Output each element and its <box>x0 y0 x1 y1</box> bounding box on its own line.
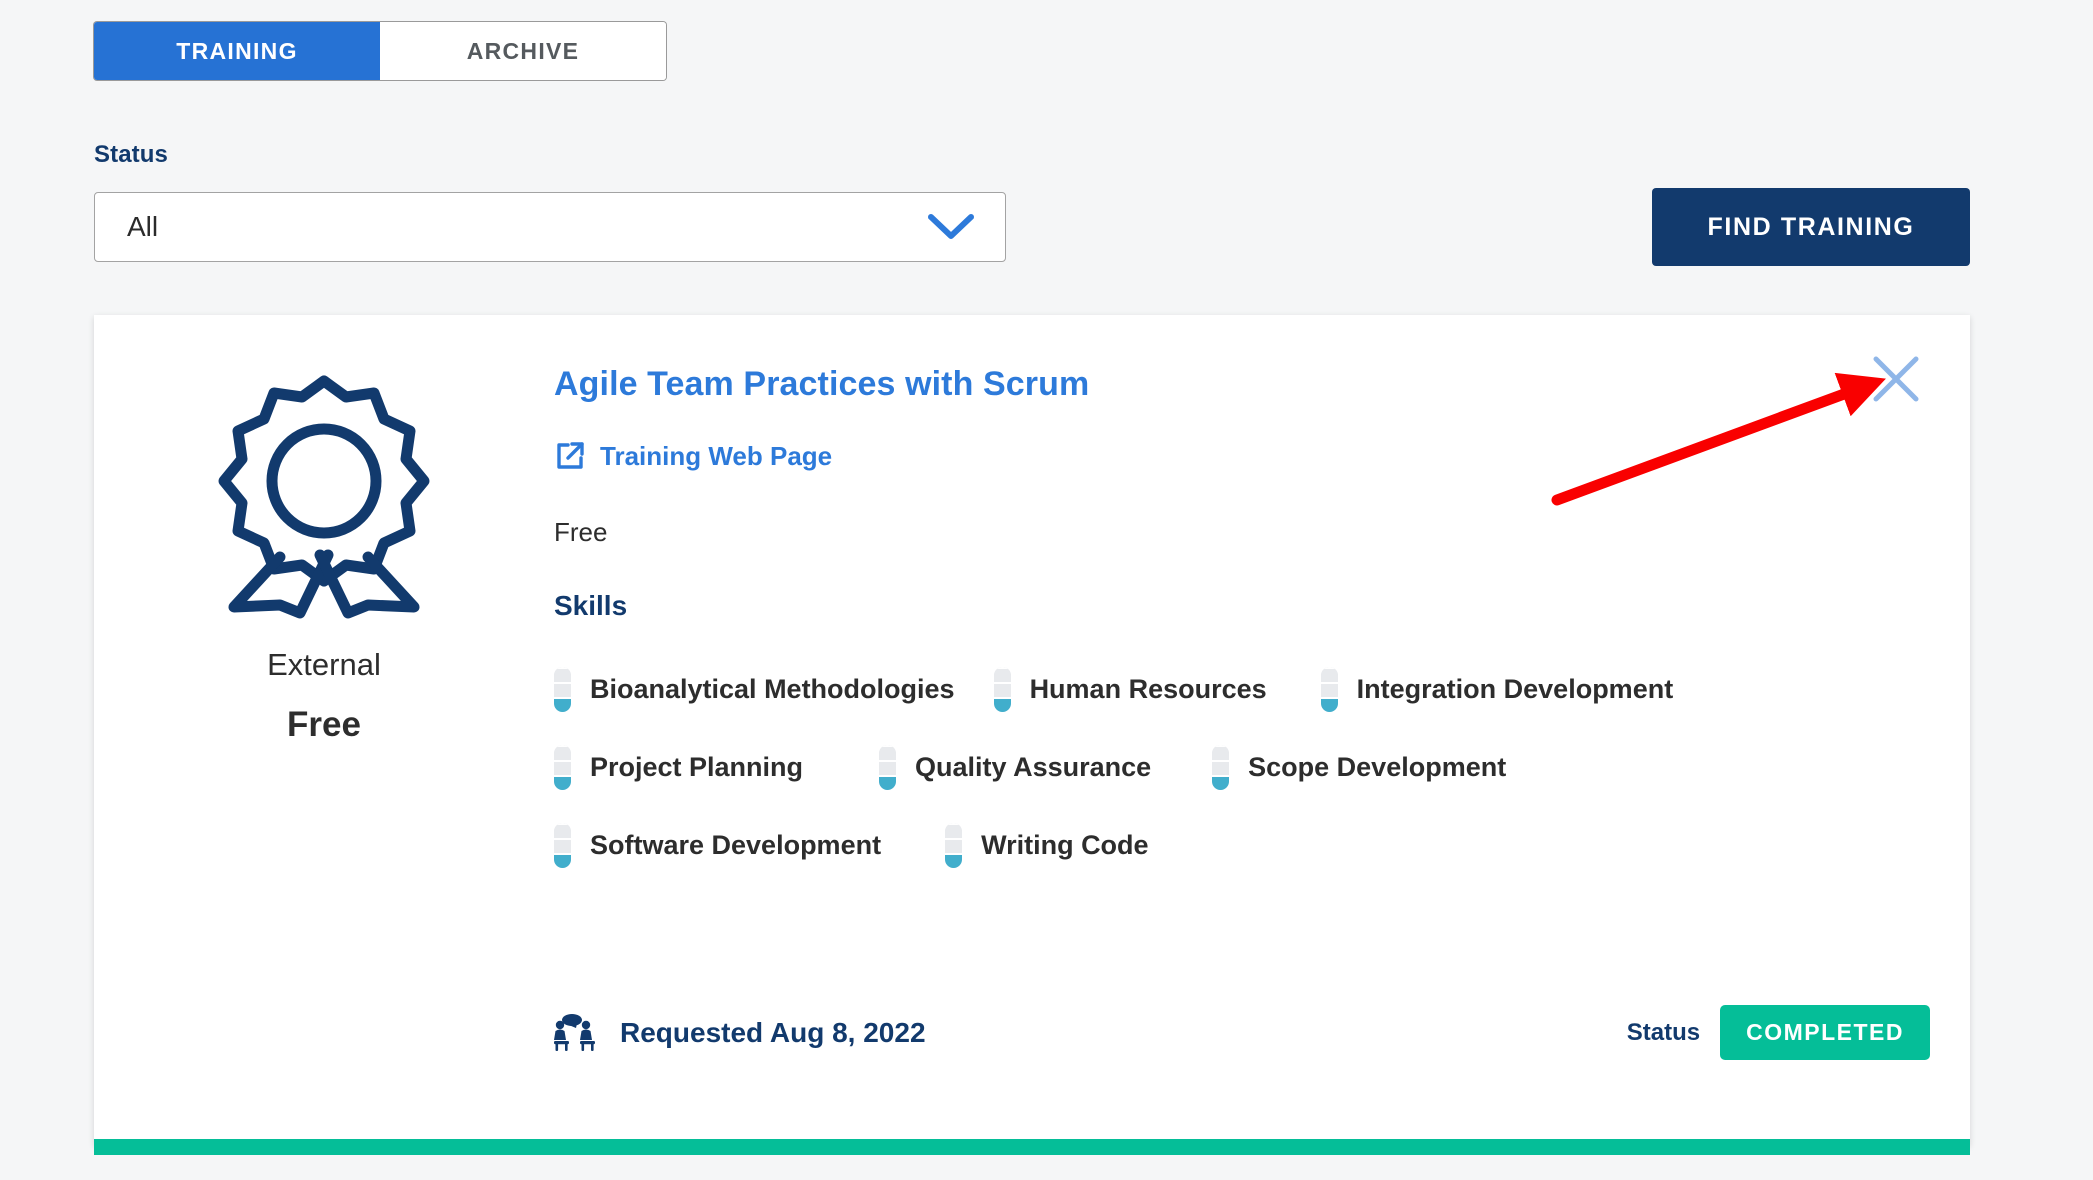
status-filter-label: Status <box>94 141 168 169</box>
external-link-icon <box>554 440 586 472</box>
skill-label: Human Resources <box>1030 674 1267 705</box>
status-filter-value: All <box>127 211 158 243</box>
skill-item: Software Development <box>554 823 881 868</box>
training-details: Agile Team Practices with Scrum Training… <box>554 365 1930 884</box>
skill-label: Writing Code <box>981 830 1148 861</box>
training-type-block: External Free <box>94 371 554 745</box>
skill-level-meter <box>1212 745 1229 790</box>
skill-label: Quality Assurance <box>915 752 1151 783</box>
chevron-down-icon[interactable] <box>927 212 975 242</box>
skill-label: Software Development <box>590 830 881 861</box>
skills-heading: Skills <box>554 590 1930 622</box>
training-session-icon <box>554 1013 600 1053</box>
course-title[interactable]: Agile Team Practices with Scrum <box>554 365 1930 404</box>
skill-item: Integration Development <box>1321 667 1674 712</box>
skill-level-meter <box>1321 667 1338 712</box>
skills-row: Software Development Writing Code <box>554 806 1930 884</box>
training-web-page-label: Training Web Page <box>600 441 832 472</box>
card-status-bar <box>94 1139 1970 1155</box>
requested-block: Requested Aug 8, 2022 <box>554 1013 926 1053</box>
skill-label: Integration Development <box>1357 674 1674 705</box>
skill-item: Human Resources <box>994 667 1267 712</box>
skill-level-meter <box>994 667 1011 712</box>
tab-training-label: TRAINING <box>176 38 298 65</box>
skill-item: Bioanalytical Methodologies <box>554 667 955 712</box>
skill-label: Scope Development <box>1248 752 1506 783</box>
skills-list: Bioanalytical Methodologies Human Resour… <box>554 650 1930 884</box>
training-type-label: External <box>267 647 381 683</box>
training-price-label: Free <box>287 705 361 745</box>
skill-level-meter <box>554 745 571 790</box>
training-card-footer: Requested Aug 8, 2022 Status COMPLETED <box>554 1005 1930 1060</box>
status-filter-select[interactable]: All <box>94 192 1006 262</box>
skill-level-meter <box>554 823 571 868</box>
view-tabs: TRAINING ARCHIVE <box>94 22 666 80</box>
status-area: Status COMPLETED <box>1627 1005 1930 1060</box>
status-label: Status <box>1627 1019 1700 1047</box>
skill-level-meter <box>879 745 896 790</box>
skill-item: Project Planning <box>554 745 803 790</box>
training-card: External Free Agile Team Practices with … <box>94 315 1970 1145</box>
tab-training[interactable]: TRAINING <box>94 22 380 80</box>
award-ribbon-icon <box>216 371 432 619</box>
skill-level-meter <box>554 667 571 712</box>
skills-row: Project Planning Quality Assurance Scope… <box>554 728 1930 806</box>
status-badge: COMPLETED <box>1720 1005 1930 1060</box>
skill-item: Quality Assurance <box>879 745 1151 790</box>
skill-label: Bioanalytical Methodologies <box>590 674 955 705</box>
skill-item: Writing Code <box>945 823 1148 868</box>
skill-label: Project Planning <box>590 752 803 783</box>
course-price: Free <box>554 517 1930 548</box>
find-training-button[interactable]: FIND TRAINING <box>1652 188 1970 266</box>
skill-item: Scope Development <box>1212 745 1506 790</box>
skills-row: Bioanalytical Methodologies Human Resour… <box>554 650 1930 728</box>
requested-date: Requested Aug 8, 2022 <box>620 1017 926 1049</box>
skill-level-meter <box>945 823 962 868</box>
tab-archive-label: ARCHIVE <box>467 38 580 65</box>
training-web-page-link[interactable]: Training Web Page <box>554 440 832 472</box>
tab-archive[interactable]: ARCHIVE <box>380 22 666 80</box>
